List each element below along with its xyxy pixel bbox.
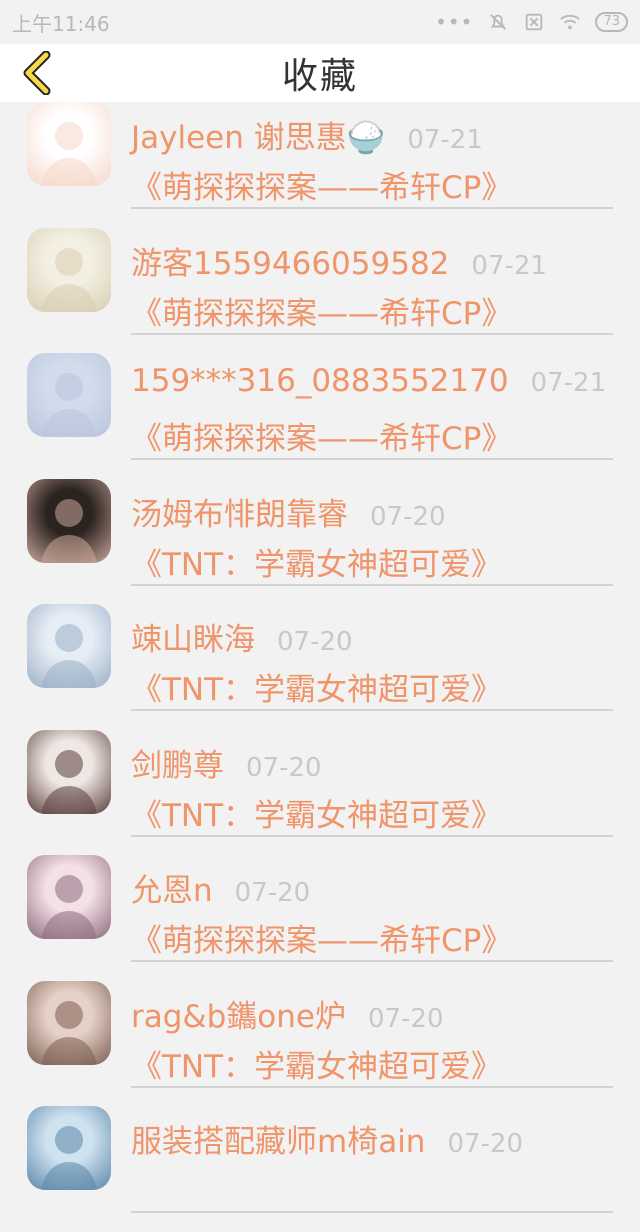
avatar-figure-icon — [41, 373, 97, 437]
name-line: 剑鹏尊 07-20 — [131, 740, 322, 785]
avatar[interactable] — [27, 604, 111, 688]
list-item[interactable]: 游客1559466059582 07-21 《萌探探探案——希轩CP》 — [0, 227, 640, 354]
sim-off-icon — [526, 13, 543, 31]
user-name[interactable]: 允恩n — [131, 865, 213, 910]
divider — [131, 1085, 613, 1088]
status-icons: ••• 73 — [435, 10, 628, 34]
list-item[interactable]: Jayleen 谢思惠🍚 07-21 《萌探探探案——希轩CP》 — [0, 102, 640, 228]
status-time: 上午11:46 — [12, 11, 110, 36]
chevron-left-icon — [23, 51, 51, 95]
name-line: 竦山眯海 07-20 — [131, 614, 353, 659]
avatar[interactable] — [27, 980, 111, 1065]
book-title-link[interactable]: 《萌探探探案——希轩CP》 — [131, 915, 512, 960]
list-item[interactable]: 汤姆布悱朗靠睿 07-20 《TNT：学霸女神超可爱》 — [0, 478, 640, 605]
avatar-figure-icon — [41, 749, 97, 814]
avatar[interactable] — [27, 1106, 111, 1190]
avatar-figure-icon — [41, 247, 97, 312]
divider — [131, 207, 613, 209]
date-label: 07-20 — [370, 501, 446, 532]
user-name[interactable]: 汤姆布悱朗靠睿 — [131, 489, 348, 534]
date-label: 07-20 — [234, 878, 311, 908]
divider — [131, 458, 613, 460]
header-bar: 收藏 — [0, 44, 640, 102]
avatar[interactable] — [27, 855, 111, 939]
user-name[interactable]: 竦山眯海 — [131, 614, 255, 659]
name-line: 游客1559466059582 07-21 — [131, 238, 547, 283]
back-button[interactable] — [14, 50, 60, 96]
list-item[interactable]: 剑鹏尊 07-20 《TNT：学霸女神超可爱》 — [0, 729, 640, 856]
avatar[interactable] — [27, 227, 111, 312]
book-title-link[interactable]: 《萌探探探案——希轩CP》 — [131, 288, 512, 333]
wifi-icon — [560, 14, 581, 30]
avatar-figure-icon — [41, 1000, 97, 1065]
name-line: rag&b鑴one炉 07-20 — [131, 991, 444, 1036]
user-name[interactable]: 剑鹏尊 — [131, 740, 224, 785]
date-label: 07-20 — [447, 1129, 524, 1159]
user-name[interactable]: 游客1559466059582 — [131, 238, 449, 283]
book-title-link[interactable]: 《TNT：学霸女神超可爱》 — [131, 790, 502, 835]
divider — [131, 709, 613, 711]
date-label: 07-20 — [277, 627, 353, 657]
status-bar: 上午11:46 ••• 73 — [0, 0, 640, 44]
divider — [131, 834, 613, 837]
avatar-figure-icon — [41, 624, 97, 688]
avatar[interactable] — [27, 478, 111, 563]
divider — [131, 332, 613, 335]
avatar[interactable] — [27, 729, 111, 814]
divider — [131, 960, 613, 962]
list-item[interactable]: 允恩n 07-20 《萌探探探案——希轩CP》 — [0, 855, 640, 981]
book-title-link[interactable]: 《萌探探探案——希轩CP》 — [131, 162, 512, 207]
list-item[interactable]: 竦山眯海 07-20 《TNT：学霸女神超可爱》 — [0, 604, 640, 730]
name-line: 允恩n 07-20 — [131, 865, 310, 910]
book-title-link[interactable]: 《TNT：学霸女神超可爱》 — [131, 1041, 502, 1086]
user-name[interactable]: 159***316_0883552170 — [131, 363, 509, 399]
book-title-link[interactable]: 《TNT：学霸女神超可爱》 — [131, 539, 502, 584]
user-name[interactable]: 服装搭配藏师m椅ain — [131, 1116, 425, 1161]
date-label: 07-21 — [471, 250, 547, 281]
name-line: 159***316_0883552170 07-21 — [131, 363, 606, 399]
divider — [131, 583, 613, 586]
date-label: 07-21 — [530, 368, 607, 398]
list-item[interactable]: 服装搭配藏师m椅ain 07-20 — [0, 1106, 640, 1232]
avatar[interactable] — [27, 102, 111, 186]
avatar-figure-icon — [41, 875, 97, 939]
avatar-figure-icon — [41, 1126, 97, 1190]
name-line: 汤姆布悱朗靠睿 07-20 — [131, 489, 446, 534]
list-item[interactable]: 159***316_0883552170 07-21 《萌探探探案——希轩CP》 — [0, 353, 640, 479]
avatar-figure-icon — [41, 122, 97, 186]
avatar[interactable] — [27, 353, 111, 437]
date-label: 07-20 — [246, 752, 322, 783]
book-title-link[interactable]: 《萌探探探案——希轩CP》 — [131, 413, 512, 458]
avatar-figure-icon — [41, 498, 97, 563]
dots-icon: ••• — [435, 10, 474, 34]
date-label: 07-20 — [367, 1003, 444, 1034]
user-name[interactable]: Jayleen 谢思惠🍚 — [131, 112, 385, 157]
page-title: 收藏 — [281, 56, 358, 97]
list-item[interactable]: rag&b鑴one炉 07-20 《TNT：学霸女神超可爱》 — [0, 980, 640, 1107]
mute-icon — [490, 14, 507, 30]
divider — [131, 1211, 613, 1213]
date-label: 07-21 — [407, 125, 483, 155]
battery-indicator: 73 — [595, 12, 628, 32]
book-title-link[interactable]: 《TNT：学霸女神超可爱》 — [131, 664, 502, 709]
user-name[interactable]: rag&b鑴one炉 — [131, 991, 346, 1036]
name-line: Jayleen 谢思惠🍚 07-21 — [131, 112, 483, 157]
name-line: 服装搭配藏师m椅ain 07-20 — [131, 1116, 523, 1161]
